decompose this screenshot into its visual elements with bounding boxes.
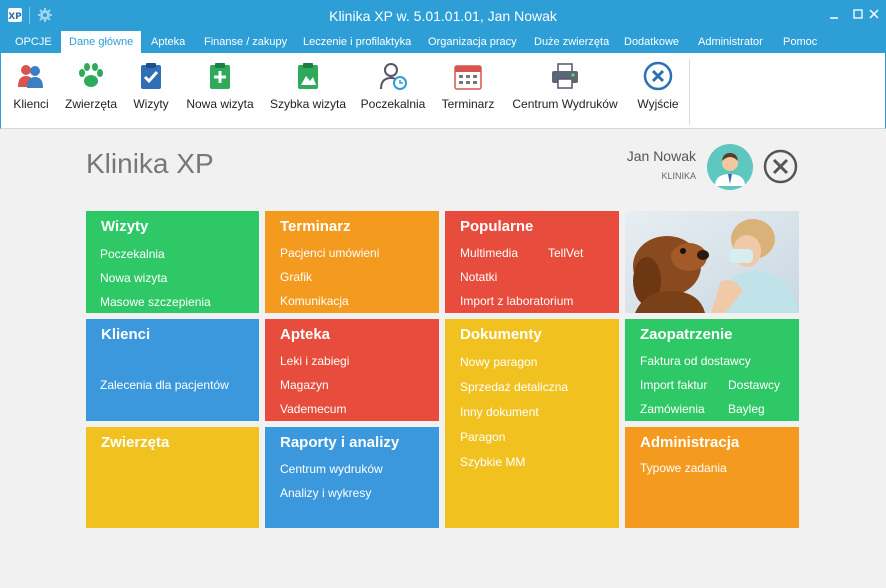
ribbon-button-wyjscie[interactable]: Wyjście <box>635 59 681 121</box>
calendar-icon <box>454 65 482 90</box>
tile-title: Klienci <box>101 326 151 343</box>
clients-icon <box>18 65 43 88</box>
tile-zaopatrzenie[interactable]: Zaopatrzenie Faktura od dostawcy Import … <box>625 319 799 421</box>
tile-title: Apteka <box>280 326 331 343</box>
link-analizy-i-wykresy[interactable]: Analizy i wykresy <box>280 486 371 500</box>
tab-dane-glowne[interactable]: Dane główne <box>61 31 142 54</box>
link-notatki[interactable]: Notatki <box>460 270 497 284</box>
tile-klienci[interactable]: Klienci Zalecenia dla pacjentów <box>86 319 259 421</box>
tab-administrator[interactable]: Administrator <box>698 31 763 53</box>
link-leki-i-zabiegi[interactable]: Leki i zabiegi <box>280 354 349 368</box>
link-nowy-paragon[interactable]: Nowy paragon <box>460 355 537 369</box>
tile-title: Zaopatrzenie <box>640 326 733 343</box>
tile-title: Wizyty <box>101 218 149 235</box>
paw-icon <box>79 63 103 87</box>
tile-title: Administracja <box>640 434 740 451</box>
clipboard-image-icon <box>298 63 318 89</box>
tab-finanse[interactable]: Finanse / zakupy <box>204 31 287 53</box>
ribbon-label: Klienci <box>13 97 49 111</box>
link-import-z-laboratorium[interactable]: Import z laboratorium <box>460 294 573 308</box>
tile-dokumenty[interactable]: Dokumenty Nowy paragon Sprzedaż detalicz… <box>445 319 619 528</box>
tile-title: Raporty i analizy <box>280 434 400 451</box>
window-title: Klinika XP w. 5.01.01.01, Jan Nowak <box>329 8 557 24</box>
tile-title: Dokumenty <box>460 326 542 343</box>
ribbon-label: Szybka wizyta <box>269 97 347 111</box>
avatar[interactable] <box>707 144 753 190</box>
tile-raporty-i-analizy[interactable]: Raporty i analizy Centrum wydruków Anali… <box>265 427 439 528</box>
tile-title: Zwierzęta <box>101 434 170 451</box>
tile-administracja[interactable]: Administracja Typowe zadania <box>625 427 799 528</box>
link-masowe-szczepienia[interactable]: Masowe szczepienia <box>100 295 211 309</box>
link-komunikacja[interactable]: Komunikacja <box>280 294 349 308</box>
ribbon-button-poczekalnia[interactable]: Poczekalnia <box>360 59 426 121</box>
link-tellvet[interactable]: TellVet <box>548 246 583 260</box>
tile-apteka[interactable]: Apteka Leki i zabiegi Magazyn Vademecum <box>265 319 439 421</box>
tile-popularne[interactable]: Popularne Multimedia TellVet Notatki Imp… <box>445 211 619 313</box>
minimize-icon[interactable] <box>826 6 842 22</box>
exit-icon <box>643 61 673 91</box>
tile-title: Popularne <box>460 218 534 235</box>
link-poczekalnia[interactable]: Poczekalnia <box>100 247 165 261</box>
user-clock-icon <box>380 63 407 90</box>
page-title: Klinika XP <box>86 148 214 179</box>
maximize-icon[interactable] <box>850 6 866 22</box>
ribbon-button-centrum-wydrukow[interactable]: Centrum Wydruków <box>510 59 620 121</box>
ribbon-label: Nowa wizyta <box>186 97 254 111</box>
tab-leczenie[interactable]: Leczenie i profilaktyka <box>303 31 411 53</box>
close-icon[interactable] <box>866 6 882 22</box>
link-centrum-wydrukow[interactable]: Centrum wydruków <box>280 462 383 476</box>
link-vademecum[interactable]: Vademecum <box>280 402 346 416</box>
vet-dog-photo <box>625 211 799 313</box>
link-bayleg[interactable]: Bayleg <box>728 402 765 416</box>
link-faktura-od-dostawcy[interactable]: Faktura od dostawcy <box>640 354 751 368</box>
clipboard-plus-icon <box>210 63 230 89</box>
ribbon-button-nowa-wizyta[interactable]: Nowa wizyta <box>184 59 256 121</box>
ribbon-toolbar: Klienci Zwierzęta Wizyty Nowa wizyta Szy… <box>0 53 886 129</box>
tile-zwierzeta[interactable]: Zwierzęta <box>86 427 259 528</box>
user-name: Jan Nowak <box>626 148 696 164</box>
ribbon-label: Zwierzęta <box>64 97 117 111</box>
link-zalecenia-dla-pacjentow[interactable]: Zalecenia dla pacjentów <box>100 378 229 392</box>
ribbon-button-szybka-wizyta[interactable]: Szybka wizyta <box>269 59 347 121</box>
tab-organizacja[interactable]: Organizacja pracy <box>428 31 517 53</box>
link-grafik[interactable]: Grafik <box>280 270 312 284</box>
link-dostawcy[interactable]: Dostawcy <box>728 378 780 392</box>
ribbon-button-klienci[interactable]: Klienci <box>11 59 51 121</box>
ribbon-label: Wizyty <box>133 97 169 111</box>
printer-icon <box>552 63 578 89</box>
ribbon-button-zwierzeta[interactable]: Zwierzęta <box>64 59 118 121</box>
ribbon-label: Terminarz <box>441 97 495 111</box>
link-pacjenci-umowieni[interactable]: Pacjenci umówieni <box>280 246 379 260</box>
clipboard-check-icon <box>141 63 161 89</box>
ribbon-button-wizyty[interactable]: Wizyty <box>130 59 172 121</box>
tab-duze-zwierzeta[interactable]: Duże zwierzęta <box>534 31 609 53</box>
link-szybkie-mm[interactable]: Szybkie MM <box>460 455 525 469</box>
link-paragon[interactable]: Paragon <box>460 430 505 444</box>
link-typowe-zadania[interactable]: Typowe zadania <box>640 461 727 475</box>
ribbon-label: Wyjście <box>637 97 679 111</box>
logout-icon[interactable] <box>763 149 798 184</box>
tab-apteka[interactable]: Apteka <box>151 31 185 53</box>
link-multimedia[interactable]: Multimedia <box>460 246 518 260</box>
ribbon-label: Poczekalnia <box>360 97 426 111</box>
tab-opcje[interactable]: OPCJE <box>7 31 60 53</box>
link-import-faktur[interactable]: Import faktur <box>640 378 707 392</box>
menu-bar: OPCJE Dane główne Apteka Finanse / zakup… <box>0 31 886 54</box>
tile-title: Terminarz <box>280 218 351 235</box>
tile-terminarz[interactable]: Terminarz Pacjenci umówieni Grafik Komun… <box>265 211 439 313</box>
link-zamowienia[interactable]: Zamówienia <box>640 402 705 416</box>
link-magazyn[interactable]: Magazyn <box>280 378 329 392</box>
ribbon-label: Centrum Wydruków <box>512 97 618 111</box>
ribbon-separator <box>689 59 690 125</box>
link-sprzedaz-detaliczna[interactable]: Sprzedaż detaliczna <box>460 380 568 394</box>
link-inny-dokument[interactable]: Inny dokument <box>460 405 539 419</box>
user-role: KLINIKA <box>661 171 696 181</box>
tile-wizyty[interactable]: Wizyty Poczekalnia Nowa wizyta Masowe sz… <box>86 211 259 313</box>
tab-pomoc[interactable]: Pomoc <box>783 31 817 53</box>
link-nowa-wizyta[interactable]: Nowa wizyta <box>100 271 167 285</box>
tab-dodatkowe[interactable]: Dodatkowe <box>624 31 679 53</box>
ribbon-button-terminarz[interactable]: Terminarz <box>438 59 498 121</box>
title-bar: XP Klinika XP w. 5.01.01.01, Jan Nowak <box>0 0 886 31</box>
